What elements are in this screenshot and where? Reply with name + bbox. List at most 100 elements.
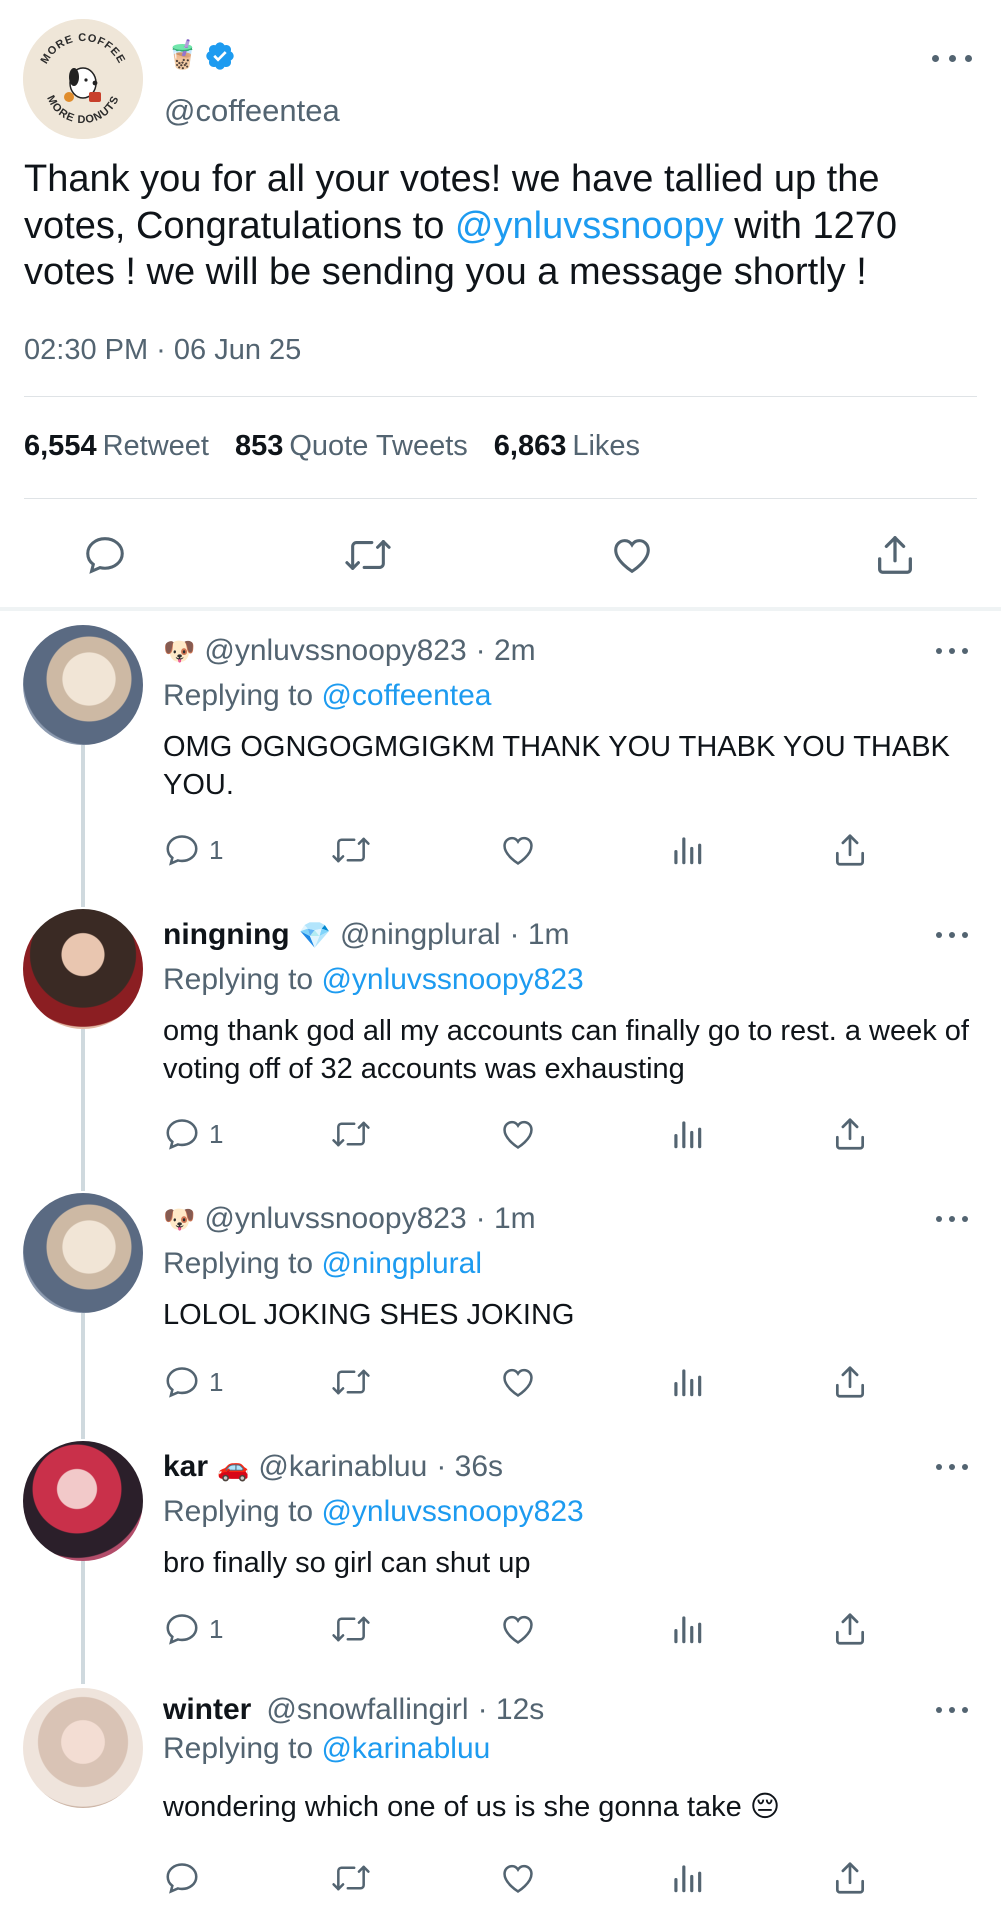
share-button[interactable] — [831, 1112, 869, 1156]
reply-time[interactable]: · 36s — [436, 1450, 503, 1484]
reply-more-options-icon[interactable] — [936, 1703, 968, 1717]
reply-more-options-icon[interactable] — [936, 1212, 968, 1226]
retweet-button[interactable] — [330, 1360, 372, 1404]
replying-to: Replying to @coffeentea — [163, 679, 491, 713]
reply-more-options-icon[interactable] — [936, 928, 968, 942]
reply-comment-button[interactable]: 1 — [163, 1360, 223, 1404]
likes-stat[interactable]: 6,863 Likes — [494, 430, 666, 462]
retweet-label: Retweet — [102, 430, 209, 462]
reply-count: 1 — [209, 1118, 224, 1149]
reply-avatar[interactable] — [23, 1441, 143, 1561]
replying-label: Replying to — [163, 1495, 314, 1528]
retweet-button[interactable] — [330, 1856, 372, 1900]
analytics-button[interactable] — [668, 1607, 706, 1651]
retweet-icon — [332, 1121, 370, 1147]
author-avatar[interactable]: MORE COFFEE MORE DONUTS — [23, 19, 143, 139]
share-button[interactable] — [870, 530, 920, 580]
analytics-button[interactable] — [668, 828, 706, 872]
retweet-button[interactable] — [330, 828, 372, 872]
more-options-icon[interactable] — [932, 51, 972, 65]
retweet-icon — [345, 540, 391, 570]
reply-header: ningning 💎 @ningplural · 1m — [163, 918, 570, 952]
retweet-button[interactable] — [343, 530, 393, 580]
verified-badge-icon — [204, 40, 236, 72]
name-emoji: 💎 — [298, 919, 331, 950]
share-button[interactable] — [831, 1856, 869, 1900]
reply-time[interactable]: · 1m — [476, 1202, 536, 1236]
author-handle[interactable]: @coffeentea — [164, 93, 340, 129]
like-button[interactable] — [607, 530, 657, 580]
replying-to: Replying to @ynluvssnoopy823 — [163, 1495, 584, 1529]
tweet-timestamp[interactable]: 02:30 PM · 06 Jun 25 — [24, 334, 301, 367]
heart-icon — [503, 836, 533, 865]
reply-handle[interactable]: @snowfallingirl — [266, 1693, 468, 1727]
like-button[interactable] — [499, 1360, 537, 1404]
reply-actions: 1 — [163, 1360, 883, 1404]
reply-comment-button[interactable]: 1 — [163, 1607, 223, 1651]
analytics-icon — [674, 1865, 702, 1893]
analytics-button[interactable] — [668, 1856, 706, 1900]
thread-line — [81, 1313, 85, 1439]
thread-line — [81, 1560, 85, 1684]
reply-icon — [166, 835, 198, 866]
reply-comment-button[interactable]: 1 — [163, 1112, 223, 1156]
thread-line — [81, 745, 85, 907]
replying-mention[interactable]: @karinabluu — [321, 1732, 490, 1765]
replying-mention[interactable]: @ningplural — [321, 1247, 482, 1280]
quote-label: Quote Tweets — [289, 430, 468, 462]
mention-link[interactable]: @ynluvssnoopy — [455, 205, 724, 247]
heart-icon — [503, 1368, 533, 1397]
reply-header: winter @snowfallingirl · 12s — [163, 1693, 544, 1727]
replying-mention[interactable]: @ynluvssnoopy823 — [321, 963, 583, 996]
heart-icon — [614, 539, 650, 574]
reply-icon — [166, 1614, 198, 1645]
quote-stat[interactable]: 853 Quote Tweets — [235, 430, 494, 462]
replying-label: Replying to — [163, 1247, 314, 1280]
replying-mention[interactable]: @ynluvssnoopy823 — [321, 1495, 583, 1528]
reply-handle[interactable]: @karinabluu — [258, 1450, 427, 1484]
reply-avatar[interactable] — [23, 1688, 143, 1808]
reply-time[interactable]: · 12s — [478, 1693, 545, 1727]
retweet-button[interactable] — [330, 1607, 372, 1651]
reply-button[interactable] — [80, 530, 130, 580]
section-separator — [0, 607, 1001, 611]
retweet-icon — [332, 1865, 370, 1891]
reply-time[interactable]: · 1m — [510, 918, 570, 952]
retweet-icon — [332, 1369, 370, 1395]
reply-more-options-icon[interactable] — [936, 644, 968, 658]
reply-handle[interactable]: @ynluvssnoopy823 — [204, 634, 466, 668]
reply-display-name[interactable]: ningning — [163, 918, 290, 952]
reply-handle[interactable]: @ningplural — [340, 918, 501, 952]
share-button[interactable] — [831, 828, 869, 872]
retweet-button[interactable] — [330, 1112, 372, 1156]
coffee-donut-logo: MORE COFFEE MORE DONUTS — [23, 19, 143, 139]
reply-more-options-icon[interactable] — [936, 1460, 968, 1474]
replying-label: Replying to — [163, 679, 314, 712]
reply-avatar[interactable] — [23, 909, 143, 1029]
analytics-button[interactable] — [668, 1112, 706, 1156]
reply-comment-button[interactable]: 1 — [163, 828, 223, 872]
like-button[interactable] — [499, 828, 537, 872]
like-button[interactable] — [499, 1607, 537, 1651]
reply-display-name[interactable]: winter — [163, 1693, 251, 1727]
replying-mention[interactable]: @coffeentea — [321, 679, 491, 712]
share-button[interactable] — [831, 1360, 869, 1404]
reply-time[interactable]: · 2m — [476, 634, 536, 668]
reply-actions: 1 — [163, 828, 883, 872]
reply-handle[interactable]: @ynluvssnoopy823 — [204, 1202, 466, 1236]
retweet-stat[interactable]: 6,554 Retweet — [24, 430, 235, 462]
reply-icon — [166, 1119, 198, 1150]
analytics-icon — [674, 1616, 702, 1644]
reply-header: 🐶 @ynluvssnoopy823 · 1m — [163, 1202, 536, 1236]
name-emoji: 🚗 — [217, 1451, 250, 1482]
reply-comment-button[interactable] — [163, 1856, 209, 1900]
reply-display-name[interactable]: kar — [163, 1450, 208, 1484]
like-button[interactable] — [499, 1112, 537, 1156]
reply-avatar[interactable] — [23, 1193, 143, 1313]
reply-avatar[interactable] — [23, 625, 143, 745]
like-button[interactable] — [499, 1856, 537, 1900]
likes-count: 6,863 — [493, 430, 567, 462]
analytics-button[interactable] — [668, 1360, 706, 1404]
share-icon — [835, 1366, 865, 1398]
share-button[interactable] — [831, 1607, 869, 1651]
